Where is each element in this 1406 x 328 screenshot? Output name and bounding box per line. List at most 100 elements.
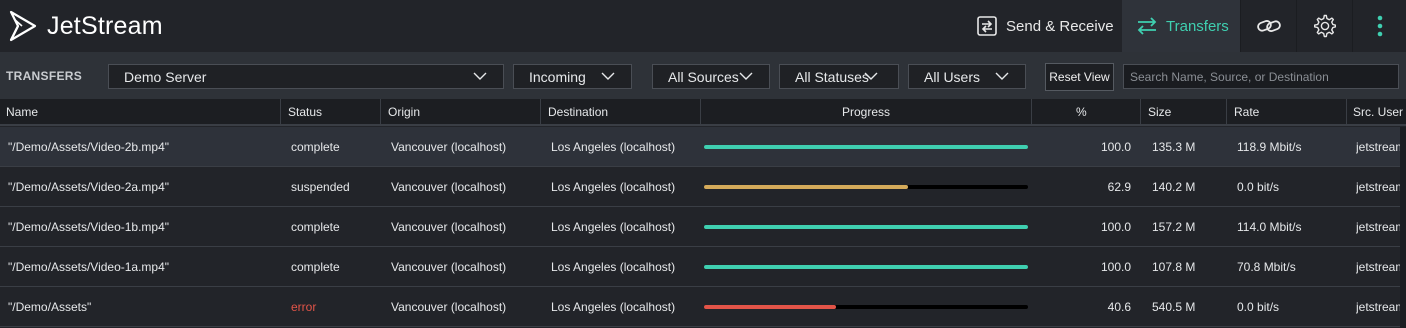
cell-status: suspended — [291, 179, 350, 194]
cell-destination: Los Angeles (localhost) — [551, 259, 676, 274]
jetstream-logo-icon — [9, 10, 37, 42]
column-header-progress[interactable]: Progress — [701, 99, 1032, 124]
reset-view-button[interactable]: Reset View — [1045, 63, 1114, 91]
direction-select-value: Incoming — [529, 68, 586, 85]
column-header-name[interactable]: Name — [0, 99, 281, 124]
cell-origin: Vancouver (localhost) — [391, 139, 507, 154]
server-select[interactable]: Demo Server — [108, 64, 504, 89]
cell-origin: Vancouver (localhost) — [391, 219, 507, 234]
column-header-rate[interactable]: Rate — [1227, 99, 1347, 124]
section-label: TRANSFERS — [6, 69, 83, 83]
cell-src-user: jetstream — [1356, 139, 1400, 154]
cell-destination: Los Angeles (localhost) — [551, 219, 676, 234]
chevron-down-icon — [739, 72, 753, 80]
direction-select[interactable]: Incoming — [513, 64, 632, 89]
cell-name: "/Demo/Assets" — [8, 299, 92, 314]
app-logo[interactable]: JetStream — [8, 9, 163, 43]
cell-status: complete — [291, 219, 340, 234]
table-header: Name Status Origin Destination Progress … — [0, 99, 1406, 126]
cell-destination: Los Angeles (localhost) — [551, 179, 676, 194]
app-name: JetStream — [47, 11, 163, 40]
progress-bar — [704, 305, 1028, 309]
nav-transfers-label: Transfers — [1166, 17, 1229, 35]
cell-rate: 118.9 Mbit/s — [1237, 139, 1302, 154]
cell-percent: 62.9 — [1107, 179, 1131, 194]
settings-button[interactable] — [1296, 0, 1352, 52]
search-input[interactable] — [1123, 64, 1399, 89]
cell-rate: 0.0 bit/s — [1237, 179, 1280, 194]
cell-rate: 114.0 Mbit/s — [1237, 219, 1302, 234]
cell-percent: 40.6 — [1107, 299, 1131, 314]
more-menu-button[interactable] — [1352, 0, 1406, 52]
table-row[interactable]: "/Demo/Assets/Video-2a.mp4" suspended Vanc… — [0, 167, 1406, 207]
progress-bar-fill — [704, 225, 1028, 229]
more-vertical-icon — [1377, 15, 1382, 37]
users-select-value: All Users — [924, 68, 981, 85]
cell-size: 107.8 M — [1152, 259, 1196, 274]
link-icon — [1256, 20, 1281, 32]
cell-rate: 70.8 Mbit/s — [1237, 259, 1296, 274]
cell-percent: 100.0 — [1100, 219, 1131, 234]
column-header-src-user[interactable]: Src. User — [1347, 99, 1406, 124]
table-row[interactable]: "/Demo/Assets/Video-2b.mp4" complete Vanco… — [0, 127, 1406, 167]
column-header-status[interactable]: Status — [281, 99, 381, 124]
nav-transfers[interactable]: Transfers — [1122, 0, 1240, 52]
progress-bar-fill — [704, 305, 836, 309]
cell-size: 157.2 M — [1152, 219, 1196, 234]
table-row[interactable]: "/Demo/Assets" error Vancouver (localhost)… — [0, 287, 1406, 327]
progress-bar — [704, 225, 1028, 229]
cell-src-user: jetstream — [1356, 259, 1400, 274]
cell-origin: Vancouver (localhost) — [391, 179, 507, 194]
link-button[interactable] — [1240, 0, 1296, 52]
chevron-down-icon — [601, 72, 615, 80]
transfer-arrows-icon — [1137, 17, 1157, 35]
progress-bar — [704, 265, 1028, 269]
statuses-select-value: All Statuses — [795, 68, 869, 85]
cell-size: 140.2 M — [1152, 179, 1196, 194]
statuses-select[interactable]: All Statuses — [779, 64, 899, 89]
cell-name: "/Demo/Assets/Video-2b.mp4" — [8, 139, 170, 154]
column-header-size[interactable]: Size — [1141, 99, 1227, 124]
cell-status: complete — [291, 139, 340, 154]
cell-name: "/Demo/Assets/Video-1b.mp4" — [8, 219, 170, 234]
cell-percent: 100.0 — [1100, 139, 1131, 154]
app-header: JetStream Send & Receive Transfers — [0, 0, 1406, 52]
cell-status: complete — [291, 259, 340, 274]
column-header-percent[interactable]: % — [1032, 99, 1141, 124]
sources-select[interactable]: All Sources — [652, 64, 770, 89]
progress-bar-fill — [704, 185, 908, 189]
chevron-down-icon — [864, 72, 878, 80]
nav-send-receive-label: Send & Receive — [1006, 17, 1114, 35]
table-row[interactable]: "/Demo/Assets/Video-1b.mp4" complete Vanco… — [0, 207, 1406, 247]
progress-bar-fill — [704, 265, 1028, 269]
server-select-value: Demo Server — [124, 68, 207, 85]
column-header-origin[interactable]: Origin — [381, 99, 541, 124]
table-scrollbar[interactable] — [1400, 127, 1406, 328]
cell-origin: Vancouver (localhost) — [391, 259, 507, 274]
column-header-destination[interactable]: Destination — [541, 99, 701, 124]
progress-bar-fill — [704, 145, 1028, 149]
progress-bar — [704, 145, 1028, 149]
cell-size: 135.3 M — [1152, 139, 1196, 154]
cell-status: error — [291, 299, 317, 314]
gear-icon — [1313, 14, 1336, 38]
chevron-down-icon — [473, 72, 487, 80]
cell-destination: Los Angeles (localhost) — [551, 299, 676, 314]
cell-percent: 100.0 — [1100, 259, 1131, 274]
cell-size: 540.5 M — [1152, 299, 1196, 314]
cell-destination: Los Angeles (localhost) — [551, 139, 676, 154]
table-row[interactable]: "/Demo/Assets/Video-1a.mp4" complete Vanco… — [0, 247, 1406, 287]
cell-src-user: jetstream — [1356, 299, 1400, 314]
nav-send-receive[interactable]: Send & Receive — [964, 0, 1122, 52]
cell-src-user: jetstream — [1356, 179, 1400, 194]
send-receive-icon — [977, 16, 997, 36]
cell-name: "/Demo/Assets/Video-2a.mp4" — [8, 179, 170, 194]
cell-rate: 0.0 bit/s — [1237, 299, 1280, 314]
cell-name: "/Demo/Assets/Video-1a.mp4" — [8, 259, 170, 274]
users-select[interactable]: All Users — [908, 64, 1026, 89]
sources-select-value: All Sources — [668, 68, 739, 85]
progress-bar — [704, 185, 1028, 189]
chevron-down-icon — [995, 72, 1009, 80]
cell-src-user: jetstream — [1356, 219, 1400, 234]
cell-origin: Vancouver (localhost) — [391, 299, 507, 314]
